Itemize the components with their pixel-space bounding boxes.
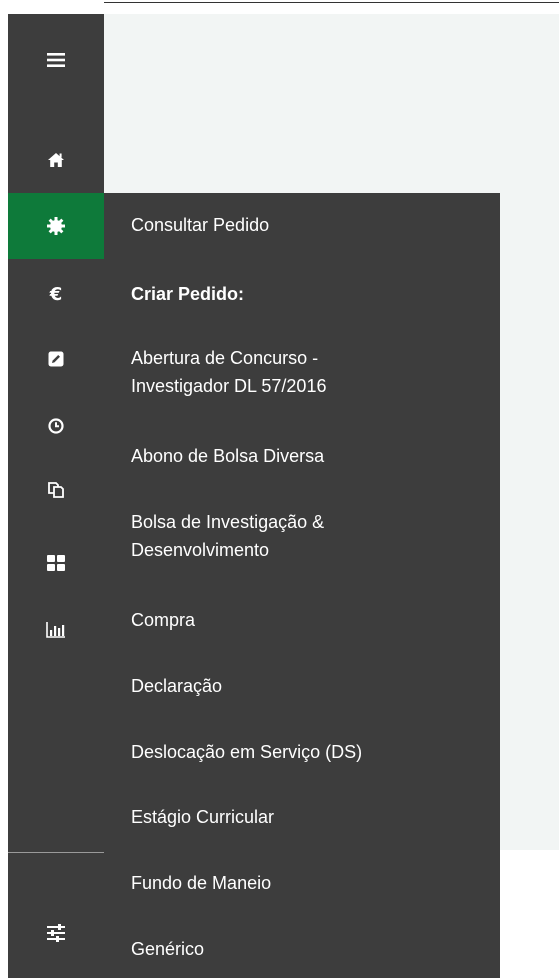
bar-chart-icon[interactable] [8,612,104,648]
menu-item-abono-bolsa-diversa[interactable]: Abono de Bolsa Diversa [131,442,491,470]
euro-glyph: € [49,283,63,305]
menu-item-compra[interactable]: Compra [131,606,491,634]
menu-item-label: Declaração [131,676,223,696]
gear-icon[interactable] [8,193,104,259]
euro-icon[interactable]: € [8,276,104,312]
copy-icon[interactable] [8,472,104,508]
menu-item-bolsa-investigacao[interactable]: Bolsa de Investigação & Desenvolvimento [131,508,491,564]
menu-item-label-line2: Investigador DL 57/2016 [131,376,327,396]
menu-item-label: Abono de Bolsa Diversa [131,446,325,466]
menu-header-criar-pedido: Criar Pedido: [131,280,491,308]
menu-item-label: Compra [131,610,196,630]
home-icon[interactable] [8,142,104,178]
menu-item-abertura-concurso[interactable]: Abertura de Concurso - Investigador DL 5… [131,344,491,400]
menu-item-label-line1: Abertura de Concurso - [131,348,319,368]
menu-item-declaracao[interactable]: Declaração [131,672,491,700]
menu-item-label: Estágio Curricular [131,807,275,827]
menu-item-label: Deslocação em Serviço (DS) [131,742,363,762]
grid-icon[interactable] [8,545,104,581]
menu-item-deslocacao-servico[interactable]: Deslocação em Serviço (DS) [131,738,491,766]
edit-icon[interactable] [8,341,104,377]
menu-item-generico[interactable]: Genérico [131,935,491,963]
menu-item-consultar-pedido[interactable]: Consultar Pedido [131,211,491,239]
menu-icon[interactable] [8,42,104,78]
menu-item-fundo-maneio[interactable]: Fundo de Maneio [131,869,491,897]
menu-item-label-line2: Desenvolvimento [131,540,270,560]
sliders-icon[interactable] [8,915,104,951]
menu-header-label: Criar Pedido: [131,284,245,304]
clock-icon[interactable] [8,408,104,444]
menu-item-label: Genérico [131,939,205,959]
menu-item-label-line1: Bolsa de Investigação & [131,512,325,532]
menu-item-estagio-curricular[interactable]: Estágio Curricular [131,803,491,831]
menu-item-label: Fundo de Maneio [131,873,272,893]
requests-dropdown-menu [104,193,500,978]
top-rule [104,2,559,3]
sidebar-divider [8,852,104,853]
menu-item-label: Consultar Pedido [131,215,270,235]
